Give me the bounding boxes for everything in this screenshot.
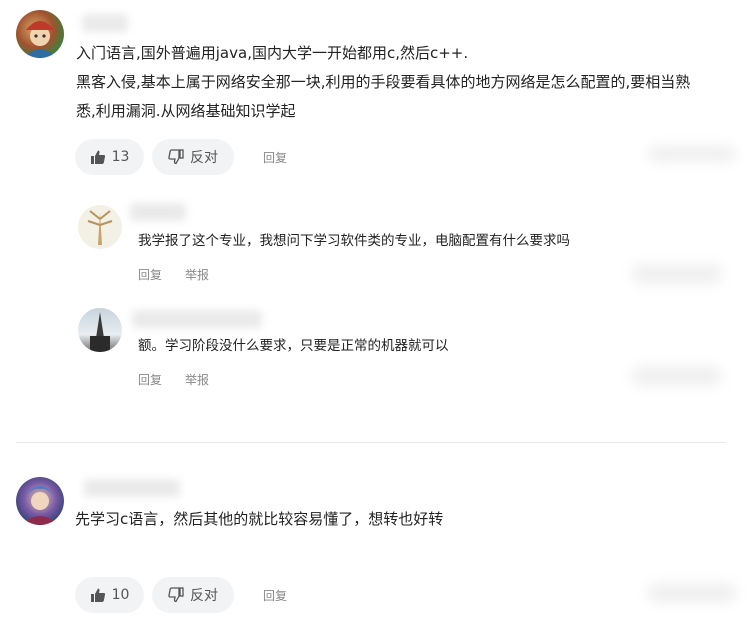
timestamp-blurred <box>632 366 722 386</box>
avatar[interactable] <box>16 10 64 58</box>
reply-text: 我学报了这个专业，我想问下学习软件类的专业，电脑配置有什么要求吗 <box>138 233 570 249</box>
avatar[interactable] <box>16 477 64 525</box>
thumbs-down-icon <box>168 587 184 603</box>
reply-button[interactable]: 回复 <box>263 587 287 604</box>
username-blurred[interactable] <box>130 203 186 221</box>
thumbs-up-icon <box>90 588 105 602</box>
dislike-label: 反对 <box>190 588 218 604</box>
timestamp-blurred <box>648 583 736 603</box>
dislike-button[interactable]: 反对 <box>152 577 234 613</box>
avatar-image <box>22 486 58 525</box>
timestamp-blurred <box>648 146 736 162</box>
reply-button[interactable]: 回复 <box>263 149 287 166</box>
avatar-image <box>87 210 113 245</box>
avatar-image <box>90 312 110 352</box>
divider <box>16 442 726 443</box>
avatar[interactable] <box>78 205 122 249</box>
like-count: 13 <box>111 149 130 165</box>
avatar[interactable] <box>78 308 122 352</box>
dislike-button[interactable]: 反对 <box>152 139 234 175</box>
report-button[interactable]: 举报 <box>185 371 209 388</box>
comment-line: 黑客入侵,基本上属于网络安全那一块,利用的手段要看具体的地方网络是怎么配置的,要… <box>76 73 691 91</box>
avatar-image <box>24 21 56 58</box>
comment-line: 入门语言,国外普遍用java,国内大学一开始都用c,然后c++. <box>76 44 469 62</box>
reply-text: 额。学习阶段没什么要求，只要是正常的机器就可以 <box>138 338 449 354</box>
comment-line: 先学习c语言，然后其他的就比较容易懂了，想转也好转 <box>75 510 444 528</box>
like-button[interactable]: 10 <box>75 577 144 613</box>
dislike-label: 反对 <box>190 150 218 166</box>
like-button[interactable]: 13 <box>75 139 144 175</box>
timestamp-blurred <box>632 264 722 284</box>
reply-button[interactable]: 回复 <box>138 266 162 283</box>
username-blurred[interactable] <box>132 310 262 328</box>
like-count: 10 <box>111 587 130 603</box>
thumbs-up-icon <box>90 150 105 164</box>
username-blurred[interactable] <box>84 479 180 497</box>
comment-line: 悉,利用漏洞.从网络基础知识学起 <box>76 102 296 120</box>
reply-button[interactable]: 回复 <box>138 371 162 388</box>
report-button[interactable]: 举报 <box>185 266 209 283</box>
comment-body: 入门语言,国外普遍用java,国内大学一开始都用c,然后c++. 黑客入侵,基本… <box>76 40 690 124</box>
username-blurred[interactable] <box>82 14 128 32</box>
thumbs-down-icon <box>168 149 184 165</box>
